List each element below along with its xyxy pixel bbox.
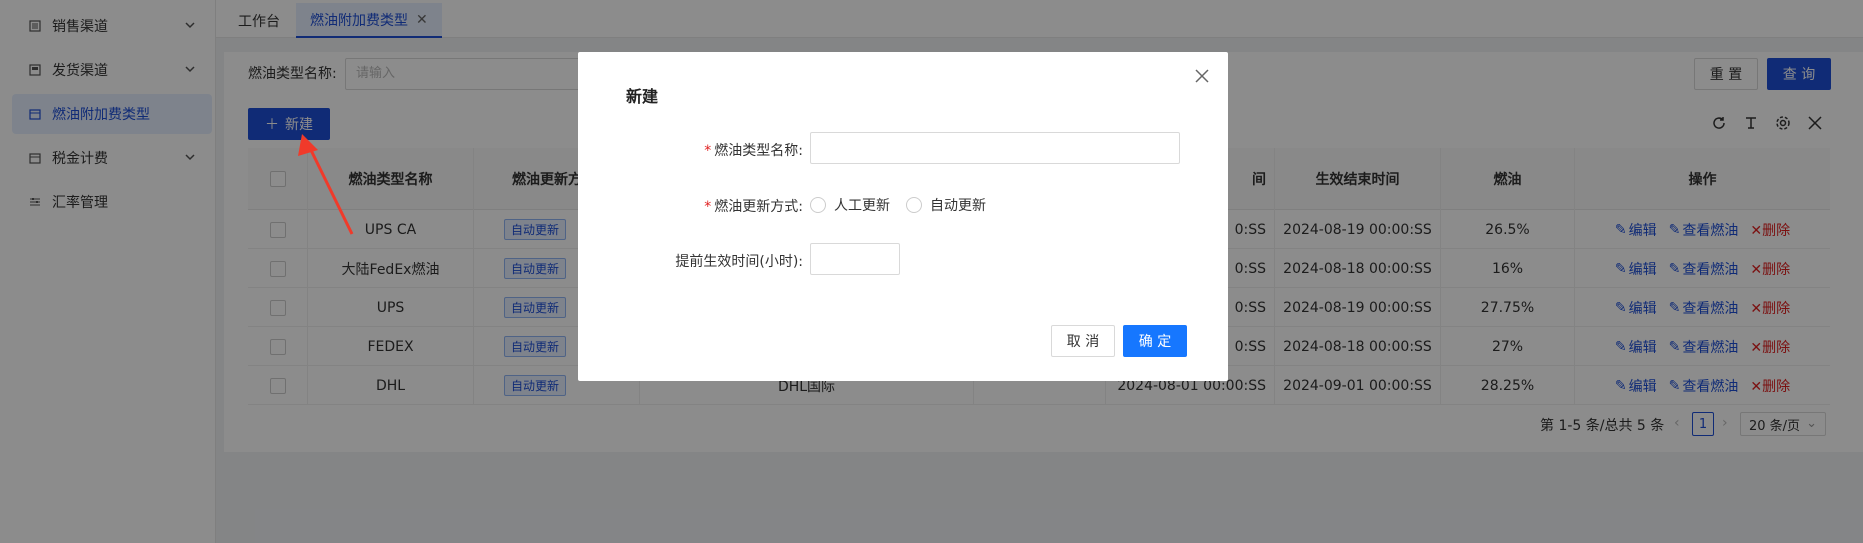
- radio-auto-update[interactable]: 自动更新: [906, 195, 986, 215]
- cancel-button[interactable]: 取 消: [1051, 325, 1115, 357]
- radio-label: 自动更新: [930, 198, 986, 214]
- advance-hours-input[interactable]: [810, 243, 900, 275]
- required-mark: *: [704, 199, 712, 215]
- field-update-label: * 燃油更新方式:: [603, 196, 803, 216]
- field-advance-label: 提前生效时间(小时):: [603, 251, 803, 271]
- field-advance-label-text: 提前生效时间(小时):: [675, 254, 803, 270]
- radio-circle[interactable]: [810, 197, 826, 213]
- field-name-label: * 燃油类型名称:: [603, 140, 803, 160]
- confirm-button[interactable]: 确 定: [1123, 325, 1187, 357]
- radio-circle[interactable]: [906, 197, 922, 213]
- field-name-label-text: 燃油类型名称:: [714, 143, 803, 159]
- field-update-label-text: 燃油更新方式:: [714, 199, 803, 215]
- radio-manual-update[interactable]: 人工更新: [810, 195, 890, 215]
- fuel-type-name-input[interactable]: [810, 132, 1180, 164]
- close-icon[interactable]: [1194, 68, 1210, 84]
- required-mark: *: [704, 143, 712, 159]
- modal-title: 新建: [626, 87, 659, 106]
- radio-label: 人工更新: [834, 198, 890, 214]
- new-fuel-type-modal: 新建 * 燃油类型名称: * 燃油更新方式: 人工更新 自动更新 提前生效时间(小时…: [578, 52, 1228, 381]
